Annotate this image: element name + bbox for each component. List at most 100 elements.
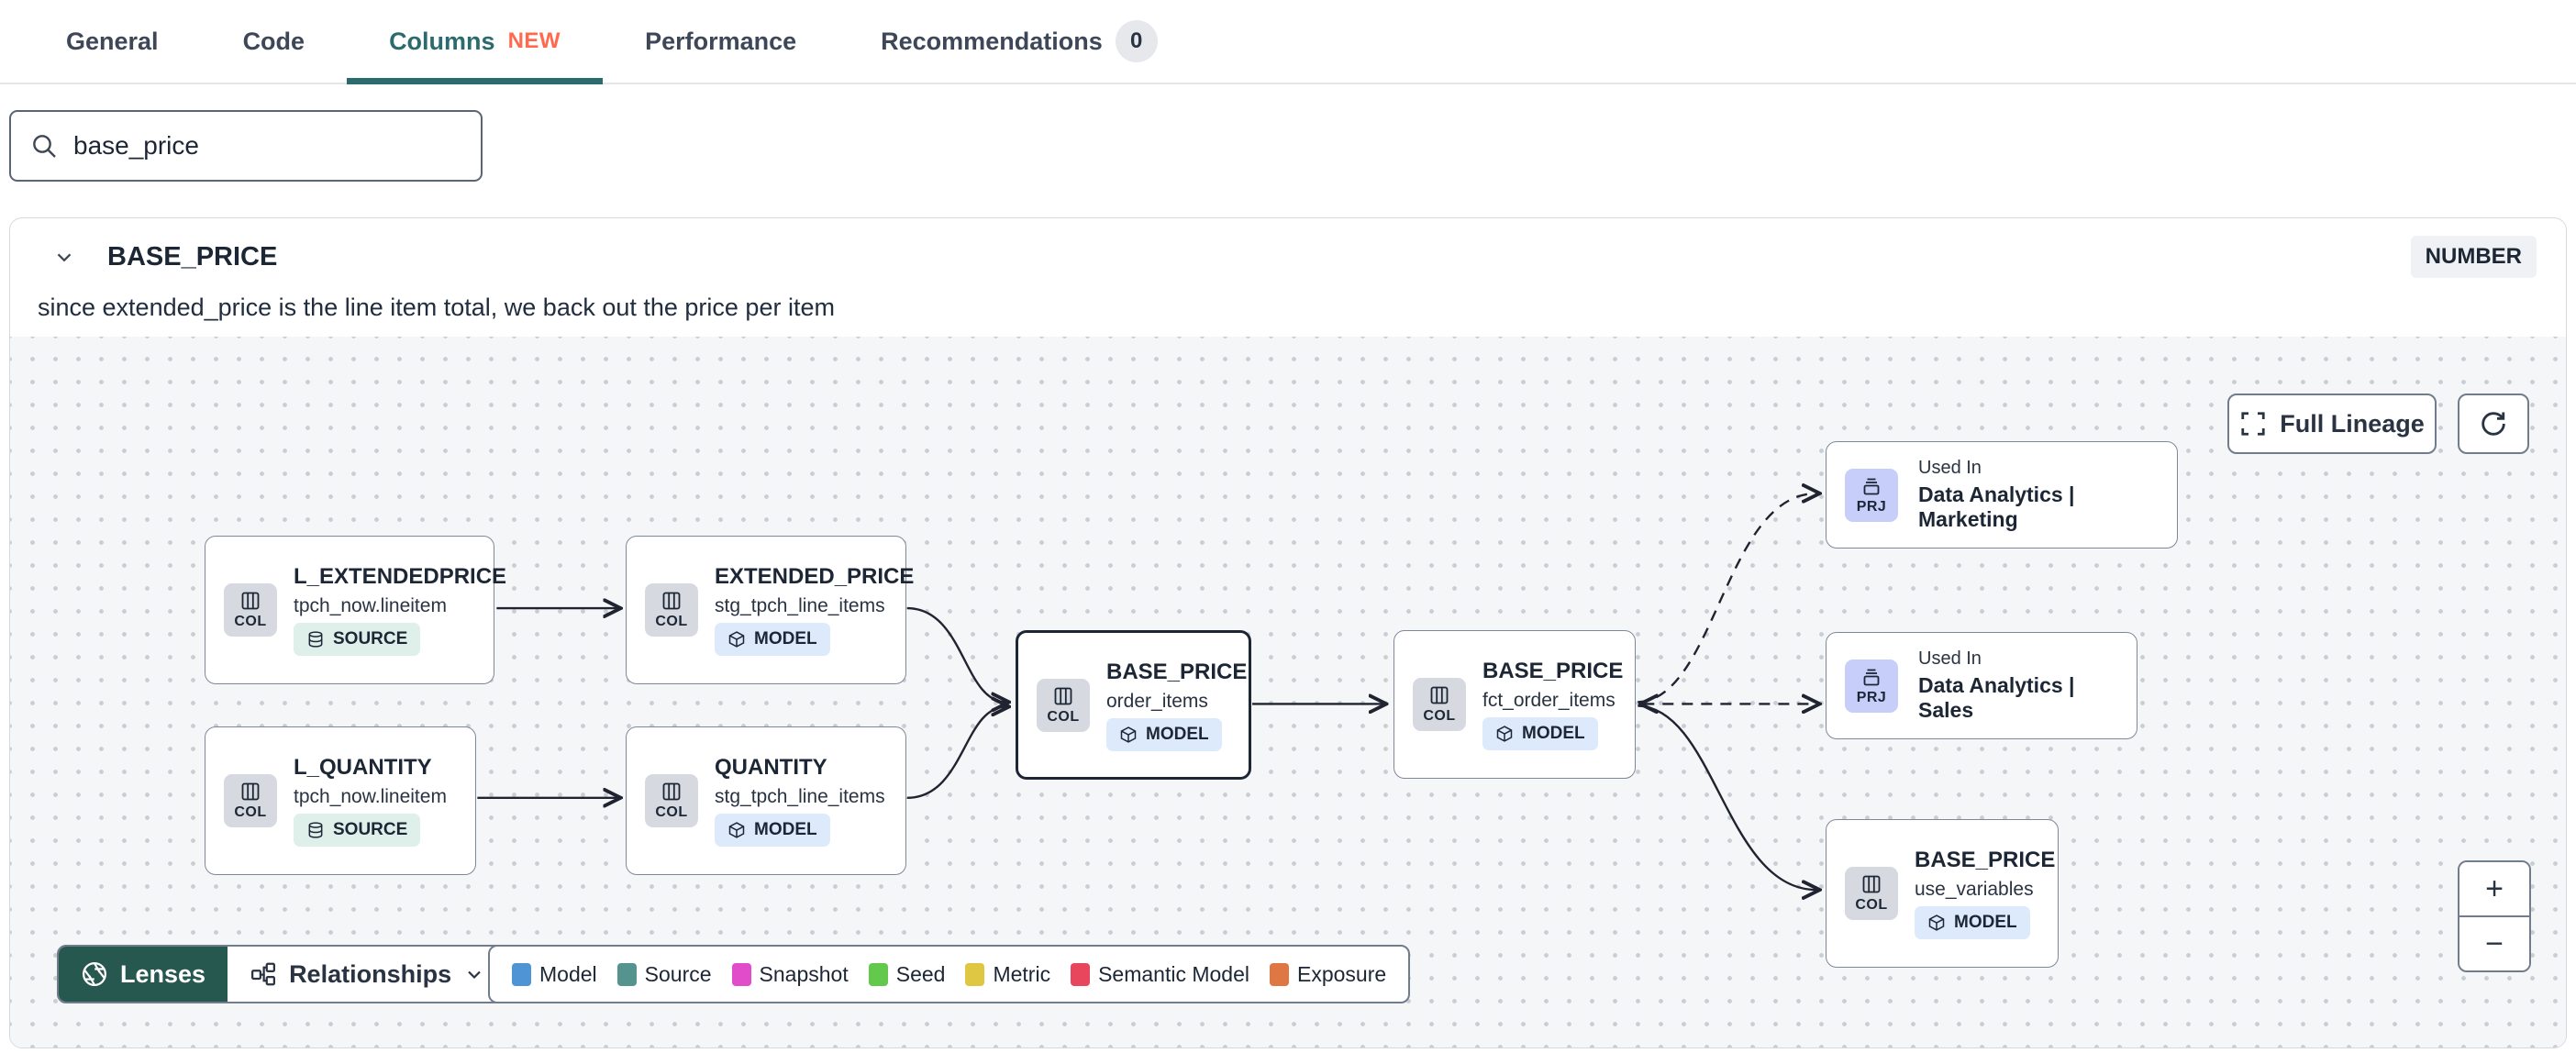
chip-label: COL bbox=[234, 614, 267, 629]
node-base-price-use-variables[interactable]: COL BASE_PRICE use_variables MODEL bbox=[1826, 819, 2059, 968]
legend-label: Model bbox=[539, 961, 597, 986]
full-lineage-button[interactable]: Full Lineage bbox=[2227, 393, 2437, 454]
badge-label: SOURCE bbox=[333, 820, 408, 839]
chip-label: COL bbox=[1047, 708, 1080, 725]
node-used-in-marketing[interactable]: PRJ Used In Data Analytics | Marketing bbox=[1826, 441, 2178, 549]
tab-bar: General Code Columns NEW Performance Rec… bbox=[0, 0, 2576, 84]
node-title: BASE_PRICE bbox=[1482, 659, 1624, 683]
node-quantity[interactable]: COL QUANTITY stg_tpch_line_items MODEL bbox=[626, 726, 906, 875]
node-subtitle: tpch_now.lineitem bbox=[294, 786, 447, 807]
node-kicker: Used In bbox=[1918, 648, 1982, 669]
legend-swatch bbox=[868, 962, 888, 986]
lineage-canvas[interactable]: COL L_EXTENDEDPRICE tpch_now.lineitem SO… bbox=[10, 337, 2566, 1047]
column-panel: BASE_PRICE NUMBER since extended_price i… bbox=[9, 217, 2567, 1048]
node-subtitle: use_variables bbox=[1915, 879, 2034, 900]
node-title: Data Analytics | Sales bbox=[1918, 673, 2075, 722]
data-type-badge: NUMBER bbox=[2410, 236, 2537, 278]
node-title: QUANTITY bbox=[715, 755, 827, 780]
tab-code[interactable]: Code bbox=[201, 0, 348, 83]
refresh-button[interactable] bbox=[2458, 393, 2529, 454]
node-subtitle: stg_tpch_line_items bbox=[715, 786, 885, 807]
lineage-edges bbox=[477, 337, 2566, 1047]
database-icon bbox=[308, 631, 323, 648]
cube-icon bbox=[728, 631, 745, 648]
chip-label: COL bbox=[655, 614, 688, 629]
columns-icon bbox=[241, 782, 260, 801]
legend-item-source: Source bbox=[616, 961, 712, 987]
node-title: Data Analytics | Marketing bbox=[1918, 482, 2075, 531]
tab-code-label: Code bbox=[242, 27, 305, 55]
node-title: L_QUANTITY bbox=[294, 755, 432, 780]
cube-icon bbox=[1928, 914, 1945, 931]
node-kicker: Used In bbox=[1918, 458, 1982, 478]
cube-icon bbox=[1120, 726, 1137, 743]
node-extended-price[interactable]: COL EXTENDED_PRICE stg_tpch_line_items M… bbox=[626, 536, 914, 684]
chip-label: COL bbox=[234, 804, 267, 820]
chevron-down-icon[interactable] bbox=[52, 245, 76, 269]
column-chip: COL bbox=[224, 774, 277, 827]
node-graph-icon bbox=[251, 962, 276, 986]
node-subtitle: fct_order_items bbox=[1482, 690, 1616, 711]
legend-label: Exposure bbox=[1297, 961, 1387, 986]
expand-icon bbox=[2241, 412, 2265, 436]
badge-label: SOURCE bbox=[333, 629, 408, 648]
lenses-label: Lenses bbox=[120, 959, 206, 988]
legend-item-exposure: Exposure bbox=[1270, 962, 1386, 987]
columns-icon bbox=[662, 782, 681, 801]
relationships-dropdown[interactable]: Relationships bbox=[228, 947, 507, 1002]
lenses-button[interactable]: Lenses bbox=[59, 947, 228, 1002]
archive-icon bbox=[1863, 478, 1880, 494]
tab-performance[interactable]: Performance bbox=[603, 0, 838, 83]
legend-item-snapshot: Snapshot bbox=[731, 961, 849, 987]
tab-recommendations-label: Recommendations bbox=[881, 27, 1103, 55]
archive-icon bbox=[1863, 669, 1880, 685]
legend-swatch bbox=[965, 962, 985, 986]
node-l-quantity[interactable]: COL L_QUANTITY tpch_now.lineitem SOURCE bbox=[205, 726, 476, 875]
search-input[interactable] bbox=[73, 131, 462, 161]
zoom-controls: + − bbox=[2458, 860, 2531, 972]
columns-icon bbox=[1054, 687, 1072, 704]
columns-icon bbox=[1862, 875, 1881, 893]
chip-label: COL bbox=[655, 804, 688, 820]
cube-icon bbox=[728, 822, 745, 838]
columns-icon bbox=[1430, 686, 1449, 704]
column-chip: COL bbox=[645, 583, 698, 637]
full-lineage-label: Full Lineage bbox=[2280, 409, 2425, 438]
tab-general[interactable]: General bbox=[24, 0, 201, 83]
lenses-relationships-group: Lenses Relationships bbox=[57, 945, 510, 1003]
zoom-in-button[interactable]: + bbox=[2459, 862, 2529, 917]
edge-fct-usevariables bbox=[1638, 704, 1816, 890]
columns-icon bbox=[241, 592, 260, 610]
node-l-extendedprice[interactable]: COL L_EXTENDEDPRICE tpch_now.lineitem SO… bbox=[205, 536, 506, 684]
resource-type-badge: MODEL bbox=[1106, 717, 1222, 751]
node-title: EXTENDED_PRICE bbox=[715, 564, 915, 589]
chip-label: PRJ bbox=[1856, 498, 1887, 515]
tab-columns-label: Columns bbox=[389, 27, 495, 55]
tab-general-label: General bbox=[66, 27, 159, 55]
edge-quantity-baseprice bbox=[906, 706, 1006, 799]
relationships-label: Relationships bbox=[289, 959, 452, 988]
legend-item-metric: Metric bbox=[965, 962, 1050, 987]
aperture-icon bbox=[83, 962, 106, 986]
node-title: BASE_PRICE bbox=[1915, 848, 2056, 872]
search-icon bbox=[33, 135, 56, 158]
chip-label: COL bbox=[1423, 708, 1456, 724]
legend-item-seed: Seed bbox=[868, 962, 945, 987]
legend-label: Snapshot bbox=[759, 961, 849, 986]
node-base-price-order-items[interactable]: COL BASE_PRICE order_items MODEL bbox=[1016, 630, 1251, 780]
project-chip: PRJ bbox=[1845, 659, 1898, 713]
database-icon bbox=[308, 822, 323, 838]
legend-swatch bbox=[1071, 962, 1091, 986]
node-title: L_EXTENDEDPRICE bbox=[294, 564, 507, 589]
badge-label: MODEL bbox=[754, 820, 817, 839]
columns-icon bbox=[662, 592, 681, 610]
edge-fct-marketing bbox=[1638, 493, 1816, 704]
node-subtitle: tpch_now.lineitem bbox=[294, 595, 447, 616]
tab-columns[interactable]: Columns NEW bbox=[347, 0, 604, 84]
node-used-in-sales[interactable]: PRJ Used In Data Analytics | Sales bbox=[1826, 632, 2137, 739]
zoom-out-button[interactable]: − bbox=[2459, 917, 2529, 970]
legend-swatch bbox=[616, 962, 637, 986]
tab-recommendations[interactable]: Recommendations 0 bbox=[838, 0, 1200, 83]
legend-label: Source bbox=[644, 961, 712, 986]
node-base-price-fct-order-items[interactable]: COL BASE_PRICE fct_order_items MODEL bbox=[1393, 630, 1636, 779]
